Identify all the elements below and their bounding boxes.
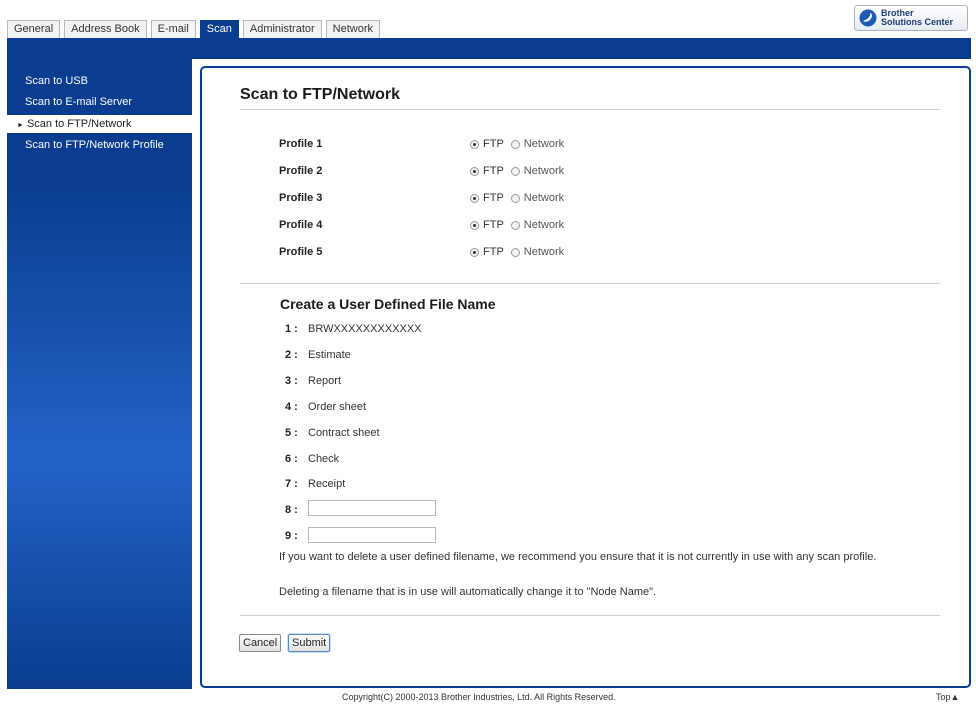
main-panel: Scan to FTP/Network Profile 1 FTP Networ… bbox=[200, 66, 971, 688]
current-item-arrow-icon: ► bbox=[17, 122, 24, 129]
sidebar-item-scan-to-usb[interactable]: Scan to USB bbox=[7, 72, 192, 90]
profile-2-destination: FTP Network bbox=[470, 165, 571, 177]
profile-3-label: Profile 3 bbox=[279, 192, 323, 204]
radio-label-ftp: FTP bbox=[483, 138, 504, 150]
filename-3-value: Report bbox=[308, 375, 342, 387]
profile-3-destination: FTP Network bbox=[470, 192, 571, 204]
profile-4-label: Profile 4 bbox=[279, 219, 323, 231]
profile-2-network-radio[interactable] bbox=[510, 166, 520, 176]
cancel-button[interactable]: Cancel bbox=[239, 634, 282, 652]
footer: Copyright(C) 2000-2013 Brother Industrie… bbox=[0, 692, 976, 706]
filename-2-number: 2 : bbox=[285, 349, 298, 361]
sidebar-item-scan-to-ftp-network-profile[interactable]: Scan to FTP/Network Profile bbox=[7, 136, 192, 154]
page-title: Scan to FTP/Network bbox=[240, 86, 401, 103]
filename-3-number: 3 : bbox=[285, 375, 298, 387]
filename-7-value: Receipt bbox=[308, 478, 346, 490]
logo-text: Brother Solutions Center bbox=[881, 9, 953, 27]
radio-label-network: Network bbox=[523, 165, 565, 177]
header-bar bbox=[7, 38, 971, 59]
filename-8-number: 8 : bbox=[285, 504, 298, 516]
brother-solutions-center-logo[interactable]: Brother Solutions Center bbox=[854, 5, 968, 31]
profile-5-network-radio[interactable] bbox=[510, 247, 520, 257]
profile-1-ftp-radio[interactable] bbox=[470, 139, 479, 149]
profile-2-ftp-radio[interactable] bbox=[470, 166, 479, 176]
title-divider bbox=[240, 109, 940, 110]
profiles-divider bbox=[240, 283, 940, 284]
radio-label-network: Network bbox=[523, 219, 565, 231]
sidebar-item-scan-to-ftp-network[interactable]: ► Scan to FTP/Network bbox=[7, 115, 192, 133]
sidebar: Scan to USB Scan to E-mail Server ► Scan … bbox=[7, 59, 192, 689]
logo-line-solutions: Solutions Center bbox=[881, 17, 954, 27]
profile-3-ftp-radio[interactable] bbox=[470, 193, 479, 203]
filename-9-number: 9 : bbox=[285, 530, 298, 542]
filename-5-number: 5 : bbox=[285, 427, 298, 439]
radio-label-ftp: FTP bbox=[483, 165, 504, 177]
profile-3-network-radio[interactable] bbox=[510, 193, 520, 203]
tab-e-mail[interactable]: E-mail bbox=[150, 20, 196, 38]
sidebar-item-scan-to-email-server[interactable]: Scan to E-mail Server bbox=[7, 93, 192, 111]
filename-8-input[interactable] bbox=[308, 500, 436, 516]
filename-1-number: 1 : bbox=[285, 323, 298, 335]
radio-label-network: Network bbox=[523, 138, 565, 150]
filename-4-number: 4 : bbox=[285, 401, 298, 413]
tab-general[interactable]: General bbox=[7, 20, 61, 38]
filename-6-number: 6 : bbox=[285, 453, 298, 465]
filename-1-value: BRWXXXXXXXXXXXX bbox=[308, 323, 422, 335]
top-tab-bar: General Address Book E-mail Scan Adminis… bbox=[7, 20, 384, 38]
top-link[interactable]: Top▲ bbox=[936, 692, 959, 702]
tab-network[interactable]: Network bbox=[325, 20, 381, 38]
radio-label-network: Network bbox=[523, 192, 565, 204]
tab-scan[interactable]: Scan bbox=[199, 20, 239, 38]
filename-2-value: Estimate bbox=[308, 349, 351, 361]
filename-6-value: Check bbox=[308, 453, 340, 465]
filename-5-value: Contract sheet bbox=[308, 427, 380, 439]
delete-filename-note: If you want to delete a user defined fil… bbox=[279, 551, 877, 563]
radio-label-ftp: FTP bbox=[483, 192, 504, 204]
filename-4-value: Order sheet bbox=[308, 401, 367, 413]
profile-5-ftp-radio[interactable] bbox=[470, 247, 479, 257]
submit-button[interactable]: Submit bbox=[288, 634, 331, 652]
profile-1-destination: FTP Network bbox=[470, 138, 571, 150]
profile-4-network-radio[interactable] bbox=[510, 220, 520, 230]
tab-administrator[interactable]: Administrator bbox=[242, 20, 322, 38]
radio-label-ftp: FTP bbox=[483, 219, 504, 231]
copyright-text: Copyright(C) 2000-2013 Brother Industrie… bbox=[342, 692, 616, 702]
profile-5-label: Profile 5 bbox=[279, 246, 323, 258]
filename-7-number: 7 : bbox=[285, 478, 298, 490]
filename-section-title: Create a User Defined File Name bbox=[280, 296, 496, 312]
profile-4-ftp-radio[interactable] bbox=[470, 220, 479, 230]
filename-9-input[interactable] bbox=[308, 527, 436, 543]
profile-1-network-radio[interactable] bbox=[510, 139, 520, 149]
profile-1-label: Profile 1 bbox=[279, 138, 323, 150]
tab-address-book[interactable]: Address Book bbox=[64, 20, 147, 38]
profile-4-destination: FTP Network bbox=[470, 219, 571, 231]
profile-2-label: Profile 2 bbox=[279, 165, 323, 177]
buttons-divider bbox=[240, 615, 940, 616]
profile-5-destination: FTP Network bbox=[470, 246, 571, 258]
sidebar-item-label: Scan to FTP/Network bbox=[26, 118, 132, 130]
node-name-note: Deleting a filename that is in use will … bbox=[279, 586, 657, 598]
brother-swoosh-icon bbox=[859, 9, 877, 27]
radio-label-network: Network bbox=[523, 246, 565, 258]
radio-label-ftp: FTP bbox=[483, 246, 504, 258]
